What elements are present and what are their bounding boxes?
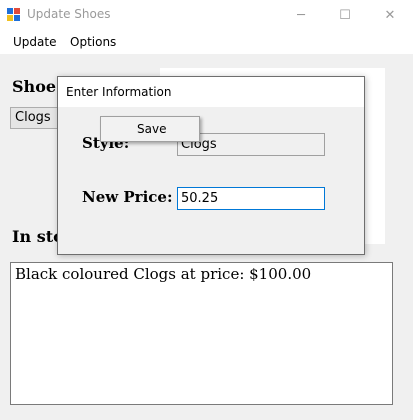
dialog-title: Enter Information xyxy=(66,85,172,99)
close-icon: ✕ xyxy=(384,7,396,23)
new-price-label: New Price: xyxy=(82,188,173,206)
app-window-icon xyxy=(7,8,20,21)
context-menu-save[interactable]: Save xyxy=(137,122,166,136)
output-text-box[interactable]: Black coloured Clogs at price: $100.00 xyxy=(10,262,393,405)
title-bar: Update Shoes ─ ☐ ✕ xyxy=(0,0,413,30)
context-menu: Save xyxy=(100,116,200,142)
minimize-button[interactable]: ─ xyxy=(278,0,324,30)
shoe-label: Shoe xyxy=(12,77,57,96)
menu-update[interactable]: Update xyxy=(13,35,56,49)
maximize-button[interactable]: ☐ xyxy=(322,0,368,30)
dialog-title-bar: Enter Information xyxy=(58,77,364,107)
window-title: Update Shoes xyxy=(27,7,111,21)
in-stock-label: In sto xyxy=(12,227,64,246)
maximize-icon: ☐ xyxy=(339,7,351,23)
menu-bar: Update Options xyxy=(0,30,413,54)
close-button[interactable]: ✕ xyxy=(367,0,413,30)
enter-information-dialog: Enter Information Style: Clogs New Price… xyxy=(57,76,365,255)
minimize-icon: ─ xyxy=(297,7,305,23)
new-price-field[interactable]: 50.25 xyxy=(177,187,325,210)
menu-options[interactable]: Options xyxy=(70,35,116,49)
shoe-combo-box[interactable]: Clogs xyxy=(10,107,58,129)
